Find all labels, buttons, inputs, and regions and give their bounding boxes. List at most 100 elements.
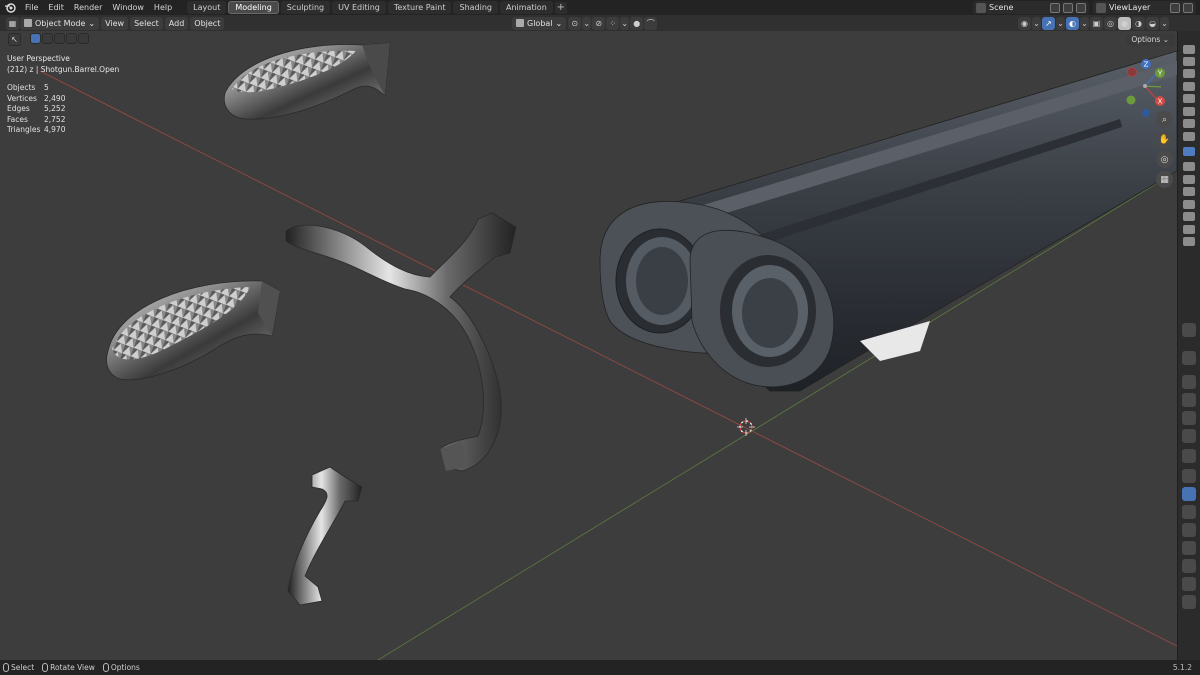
- xray-toggle-icon[interactable]: ▣: [1090, 16, 1103, 30]
- pin-icon[interactable]: [1050, 2, 1060, 13]
- camera-toggle-icon[interactable]: [1183, 175, 1195, 184]
- right-panel-strip: [1177, 31, 1200, 660]
- new-scene-icon[interactable]: [1063, 2, 1073, 13]
- stat-row: Triangles 4,970: [7, 125, 66, 134]
- tab-modeling[interactable]: Modeling: [228, 1, 279, 14]
- world-properties-icon[interactable]: [1182, 429, 1196, 443]
- object-properties-icon[interactable]: [1182, 469, 1196, 483]
- delete-view-layer-icon[interactable]: [1183, 2, 1193, 13]
- global-axes-icon: [516, 19, 524, 27]
- chevron-down-icon[interactable]: ⌄: [1056, 16, 1065, 30]
- chevron-down-icon[interactable]: ⌄: [1032, 16, 1041, 30]
- modifier-properties-icon[interactable]: [1182, 487, 1196, 501]
- camera-toggle-icon[interactable]: [1183, 212, 1195, 221]
- add-workspace-button[interactable]: +: [554, 1, 567, 14]
- select-invert-icon[interactable]: [66, 33, 77, 44]
- tab-layout[interactable]: Layout: [187, 1, 227, 14]
- tab-sculpting[interactable]: Sculpting: [280, 1, 331, 14]
- collection-properties-icon[interactable]: [1182, 449, 1196, 463]
- scene-properties-icon[interactable]: [1182, 411, 1196, 425]
- material-properties-icon[interactable]: [1182, 577, 1196, 591]
- mode-dropdown[interactable]: Object Mode ⌄: [20, 16, 100, 30]
- select-subtract-icon[interactable]: [54, 33, 65, 44]
- orientation-dropdown[interactable]: Global ⌄: [512, 16, 567, 30]
- view-layer-name[interactable]: ViewLayer: [1109, 1, 1167, 14]
- snap-icon[interactable]: ⊘: [592, 16, 606, 30]
- camera-view-icon[interactable]: ◎: [1156, 151, 1173, 168]
- trigger: [287, 466, 363, 606]
- delete-scene-icon[interactable]: [1076, 2, 1086, 13]
- camera-toggle-icon[interactable]: [1183, 187, 1195, 196]
- camera-toggle-icon[interactable]: [1183, 82, 1195, 91]
- camera-toggle-icon[interactable]: [1183, 225, 1195, 234]
- new-view-layer-icon[interactable]: [1170, 2, 1180, 13]
- scene-name[interactable]: Scene: [989, 1, 1047, 14]
- menu-select[interactable]: Select: [130, 16, 163, 30]
- tab-texture-paint[interactable]: Texture Paint: [387, 1, 452, 14]
- gizmo-toggle-icon[interactable]: ↗: [1042, 16, 1055, 30]
- object-mode-icon: [24, 19, 32, 27]
- pivot-icon[interactable]: ⊙: [568, 16, 582, 30]
- overlays-toggle-icon[interactable]: ◐: [1066, 16, 1079, 30]
- options-dropdown[interactable]: Options ⌄: [1126, 34, 1174, 46]
- 3d-viewport[interactable]: Z Y X ↖ User Perspective (212) z | Shotg…: [0, 31, 1177, 660]
- menu-edit[interactable]: Edit: [43, 0, 69, 15]
- shading-material-icon[interactable]: ◑: [1132, 16, 1145, 30]
- menu-add[interactable]: Add: [164, 16, 189, 30]
- camera-toggle-icon[interactable]: [1183, 200, 1195, 209]
- view-layer-selector[interactable]: ViewLayer: [1093, 1, 1196, 14]
- camera-toggle-icon[interactable]: [1183, 69, 1195, 78]
- menu-file[interactable]: File: [20, 0, 43, 15]
- orthographic-grid-icon[interactable]: ▦: [1156, 171, 1173, 188]
- chevron-down-icon[interactable]: ⌄: [620, 16, 630, 30]
- camera-toggle-icon[interactable]: [1183, 237, 1195, 246]
- camera-toggle-icon[interactable]: [1183, 107, 1195, 116]
- physics-properties-icon[interactable]: [1182, 523, 1196, 537]
- select-intersect-icon[interactable]: [78, 33, 89, 44]
- menu-object[interactable]: Object: [190, 16, 225, 30]
- stat-row: Edges 5,252: [7, 104, 66, 113]
- camera-toggle-icon[interactable]: [1183, 45, 1195, 54]
- camera-toggle-icon[interactable]: [1183, 147, 1195, 156]
- select-tool-icon[interactable]: ↖: [8, 33, 21, 46]
- orientation-label: Global: [527, 18, 553, 28]
- camera-toggle-icon[interactable]: [1183, 162, 1195, 171]
- visibility-icon[interactable]: ◉: [1018, 16, 1031, 30]
- shading-solid-icon[interactable]: ●: [1118, 16, 1131, 30]
- particles-properties-icon[interactable]: [1182, 505, 1196, 519]
- select-extend-icon[interactable]: [42, 33, 53, 44]
- menu-view[interactable]: View: [101, 16, 129, 30]
- camera-toggle-icon[interactable]: [1183, 119, 1195, 128]
- select-new-icon[interactable]: [30, 33, 41, 44]
- tab-animation[interactable]: Animation: [499, 1, 553, 14]
- tool-properties-icon[interactable]: [1182, 323, 1196, 337]
- falloff-icon[interactable]: ⌒: [644, 16, 658, 30]
- shading-wireframe-icon[interactable]: ◎: [1104, 16, 1117, 30]
- menu-render[interactable]: Render: [69, 0, 107, 15]
- tab-uv-editing[interactable]: UV Editing: [332, 1, 386, 14]
- scene-selector[interactable]: Scene: [973, 1, 1089, 14]
- chevron-down-icon[interactable]: ⌄: [582, 16, 592, 30]
- texture-properties-icon[interactable]: [1182, 595, 1196, 609]
- scene-statistics: Objects 5 Vertices 2,490 Edges 5,252 Faces 2…: [7, 83, 65, 136]
- render-properties-icon[interactable]: [1182, 351, 1196, 365]
- chevron-down-icon[interactable]: ⌄: [1080, 16, 1089, 30]
- menu-help[interactable]: Help: [149, 0, 177, 15]
- menu-window[interactable]: Window: [107, 0, 149, 15]
- output-properties-icon[interactable]: [1182, 375, 1196, 389]
- camera-toggle-icon[interactable]: [1183, 132, 1195, 141]
- blender-logo-icon[interactable]: [3, 1, 17, 15]
- camera-toggle-icon[interactable]: [1183, 57, 1195, 66]
- data-properties-icon[interactable]: [1182, 559, 1196, 573]
- tab-shading[interactable]: Shading: [453, 1, 498, 14]
- zoom-icon[interactable]: ⌕: [1156, 111, 1173, 128]
- view-layer-properties-icon[interactable]: [1182, 393, 1196, 407]
- editor-type-icon[interactable]: ▦: [6, 16, 19, 30]
- snap-target-icon[interactable]: ⁘: [606, 16, 620, 30]
- pan-hand-icon[interactable]: ✋: [1156, 131, 1173, 148]
- shading-rendered-icon[interactable]: ◒: [1146, 16, 1159, 30]
- constraints-properties-icon[interactable]: [1182, 541, 1196, 555]
- proportional-edit-icon[interactable]: ●: [630, 16, 644, 30]
- camera-toggle-icon[interactable]: [1183, 94, 1195, 103]
- chevron-down-icon[interactable]: ⌄: [1160, 16, 1169, 30]
